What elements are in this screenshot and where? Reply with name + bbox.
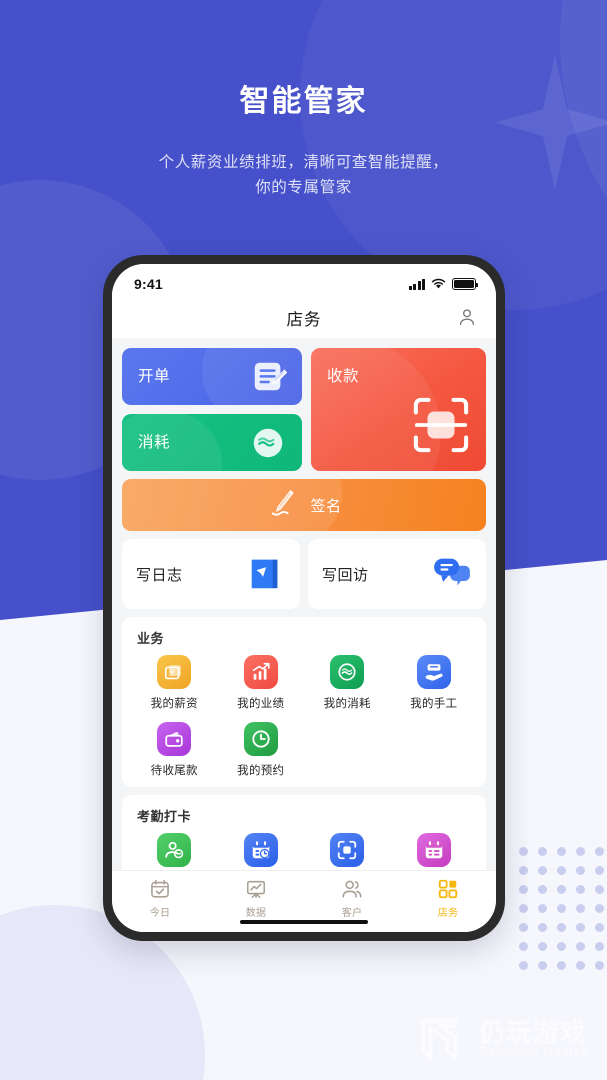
quick-action-consume[interactable]: 消耗 [122,414,302,471]
quick-action-label: 消耗 [138,434,171,451]
purple-wallet-icon [157,722,192,756]
calendar-clock-icon [243,833,278,867]
rengwan-logo-icon [421,1018,458,1059]
watermark: 仍玩游戏 Rengwan Games [417,1014,589,1064]
app-navbar: 店务 [112,298,496,338]
consume-circle-icon [330,655,365,689]
status-bar: 9:41 [112,264,496,298]
write-log-label: 写日志 [136,566,183,584]
hero-subtitle: 个人薪资业绩排班，清晰可查智能提醒， 你的专属管家 [0,150,607,200]
quick-action-receive-payment[interactable]: 收款 [311,348,486,471]
watermark-en: Rengwan Games [479,1046,589,1059]
app-attendance-face-scan[interactable] [304,833,391,873]
app-pending-balance[interactable]: 待收尾款 [131,722,218,778]
qr-scan-icon [412,396,470,459]
consume-wave-icon [252,427,284,464]
app-label: 我的消耗 [323,698,371,710]
calendar-check-icon [151,879,169,898]
tab-store-affairs[interactable]: 店务 [400,878,496,919]
signature-banner-label: 签名 [310,497,342,515]
attendance-section-title: 考勤打卡 [137,809,192,824]
watermark-cn: 仍玩游戏 [479,1018,588,1047]
person-outline-icon[interactable] [456,306,478,328]
app-label: 我的业绩 [237,698,285,710]
signature-banner[interactable]: 签名 [122,479,486,531]
business-section: 业务 ¥ 我的薪资 我的业绩 我的消耗 我的手工 待收尾款 我的预约 [122,617,486,787]
business-section-title: 业务 [137,631,165,646]
svg-text:¥: ¥ [170,668,175,677]
wifi-icon [431,278,446,289]
app-my-manual-service[interactable]: 我的手工 [391,655,478,711]
attendance-section: 考勤打卡 [122,795,486,882]
quick-action-open-order[interactable]: 开单 [122,348,302,405]
tab-data[interactable]: 数据 [208,878,304,919]
attendance-app-grid [131,833,477,873]
tab-label: 客户 [341,908,363,919]
note-edit-icon [250,358,288,401]
phone-screen: 9:41 店务 开单 消耗 收款 签名 写日志 写回访 业务 ¥ 我的薪资 我的… [112,264,496,932]
app-attendance-calendar[interactable] [391,833,478,873]
app-my-consumption[interactable]: 我的消耗 [304,655,391,711]
phone-mockup: 9:41 店务 开单 消耗 收款 签名 写日志 写回访 业务 ¥ 我的薪资 我的… [103,255,505,941]
bottom-tab-bar: 今日 数据 客户 店务 [112,870,496,932]
money-card-icon: ¥ [157,655,192,689]
tab-today[interactable]: 今日 [112,878,208,919]
quick-action-label: 收款 [327,368,360,385]
battery-full-icon [452,278,479,290]
app-attendance-person[interactable] [131,833,218,873]
signal-bars-icon [408,278,425,290]
dot-grid-decoration [519,847,607,980]
app-label: 我的薪资 [150,698,198,710]
hero-subtitle-line1: 个人薪资业绩排班，清晰可查智能提醒， [158,154,449,171]
app-label: 待收尾款 [150,765,198,777]
hand-service-icon [416,655,451,689]
chat-bubbles-icon [432,555,472,594]
face-scan-icon [330,833,365,867]
chart-board-icon [246,880,266,899]
clock-icon [243,722,278,756]
tab-label: 数据 [245,908,267,919]
notebook-icon [246,552,286,597]
app-attendance-schedule[interactable] [218,833,305,873]
app-my-appointments[interactable]: 我的预约 [218,722,305,778]
status-indicators [408,278,479,290]
tab-label: 今日 [149,908,171,919]
customers-icon [342,880,362,898]
status-time: 9:41 [134,276,163,292]
grid-squares-icon [438,879,458,899]
hero-subtitle-line2: 你的专属管家 [255,179,352,196]
pen-signature-icon [266,488,300,523]
duo-cards: 写日志 写回访 [122,539,486,609]
calendar-schedule-icon [416,833,451,867]
quick-actions-grid: 开单 消耗 收款 [122,348,486,471]
app-title: 店务 [286,311,322,329]
write-log-card[interactable]: 写日志 [122,539,300,609]
business-app-grid: ¥ 我的薪资 我的业绩 我的消耗 我的手工 待收尾款 我的预约 [131,655,477,778]
write-followup-label: 写回访 [322,566,369,584]
person-card-icon [157,833,192,867]
app-label: 我的手工 [410,698,458,710]
page-title: 智能管家 [235,76,372,120]
tab-label: 店务 [437,908,459,919]
screen-content: 开单 消耗 收款 签名 写日志 写回访 业务 ¥ 我的薪资 我的业绩 我的消耗 … [112,338,496,932]
quick-action-label: 开单 [138,368,171,385]
bar-chart-up-icon [243,655,278,689]
home-indicator [240,919,368,924]
hero-section: 智能管家 个人薪资业绩排班，清晰可查智能提醒， 你的专属管家 [0,76,607,200]
tab-customers[interactable]: 客户 [304,878,400,919]
app-my-salary[interactable]: ¥ 我的薪资 [131,655,218,711]
write-followup-card[interactable]: 写回访 [308,539,486,609]
app-label: 我的预约 [237,765,285,777]
app-my-performance[interactable]: 我的业绩 [218,655,305,711]
